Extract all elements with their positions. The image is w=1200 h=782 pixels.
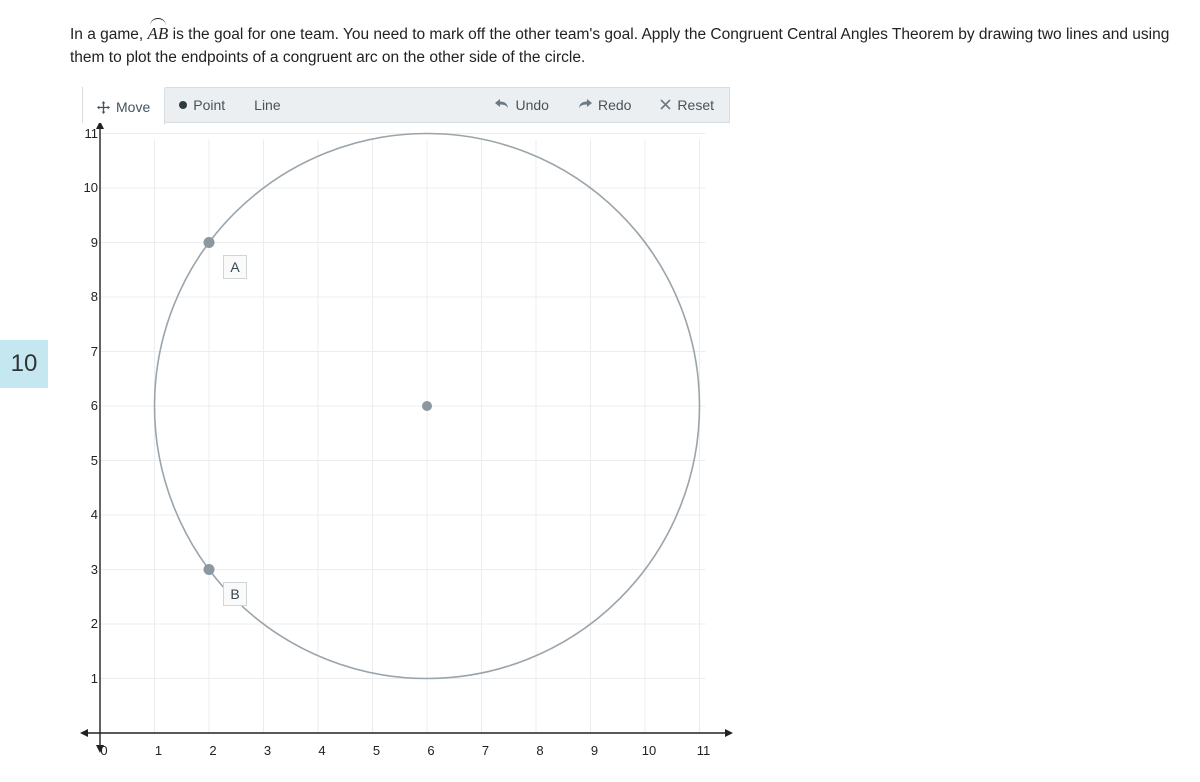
y-tick-label: 1 [78,671,98,686]
y-tick-label: 3 [78,562,98,577]
graph-canvas[interactable]: A B 01234567891011 1234567891011 [82,123,742,763]
y-tick-label: 4 [78,507,98,522]
x-tick-label: 11 [696,743,712,758]
line-label: Line [254,97,280,113]
x-tick-label: 0 [96,743,112,758]
point-tool-button[interactable]: Point [165,88,240,122]
redo-button[interactable]: Redo [564,88,646,122]
line-tool-button[interactable]: Line [240,88,295,122]
reset-icon [660,97,671,113]
y-tick-label: 5 [78,453,98,468]
question-number-badge: 10 [0,340,48,388]
y-tick-label: 10 [78,180,98,195]
x-tick-label: 4 [314,743,330,758]
y-tick-label: 7 [78,344,98,359]
toolbar-spacer [296,88,482,122]
redo-label: Redo [598,97,631,113]
redo-icon [578,97,592,113]
move-tool-button[interactable]: Move [83,87,165,125]
x-tick-label: 9 [587,743,603,758]
y-tick-label: 11 [78,126,98,141]
undo-label: Undo [515,97,548,113]
reset-label: Reset [677,97,714,113]
instr-prefix: In a game, [70,26,148,43]
arc-ab: AB [148,22,169,47]
y-tick-label: 2 [78,616,98,631]
undo-button[interactable]: Undo [481,88,563,122]
y-tick-label: 9 [78,235,98,250]
graph-toolbar: Move Point Line Undo Redo [82,87,730,123]
x-tick-label: 5 [369,743,385,758]
y-tick-label: 6 [78,398,98,413]
x-tick-label: 1 [151,743,167,758]
x-tick-label: 10 [641,743,657,758]
x-tick-label: 3 [260,743,276,758]
point-icon [179,101,187,109]
point-label-a[interactable]: A [223,255,247,279]
x-tick-label: 2 [205,743,221,758]
x-tick-label: 7 [478,743,494,758]
y-tick-label: 8 [78,289,98,304]
graph-widget: Move Point Line Undo Redo [70,87,730,763]
x-tick-label: 6 [423,743,439,758]
move-label: Move [116,99,150,115]
point-label: Point [193,97,225,113]
move-icon [97,101,110,114]
point-label-b[interactable]: B [223,582,247,606]
reset-button[interactable]: Reset [646,88,729,122]
instr-suffix: is the goal for one team. You need to ma… [70,26,1169,66]
undo-icon [495,97,509,113]
x-tick-label: 8 [532,743,548,758]
instructions-text: In a game, AB is the goal for one team. … [70,22,1180,69]
plot-svg [70,123,742,763]
